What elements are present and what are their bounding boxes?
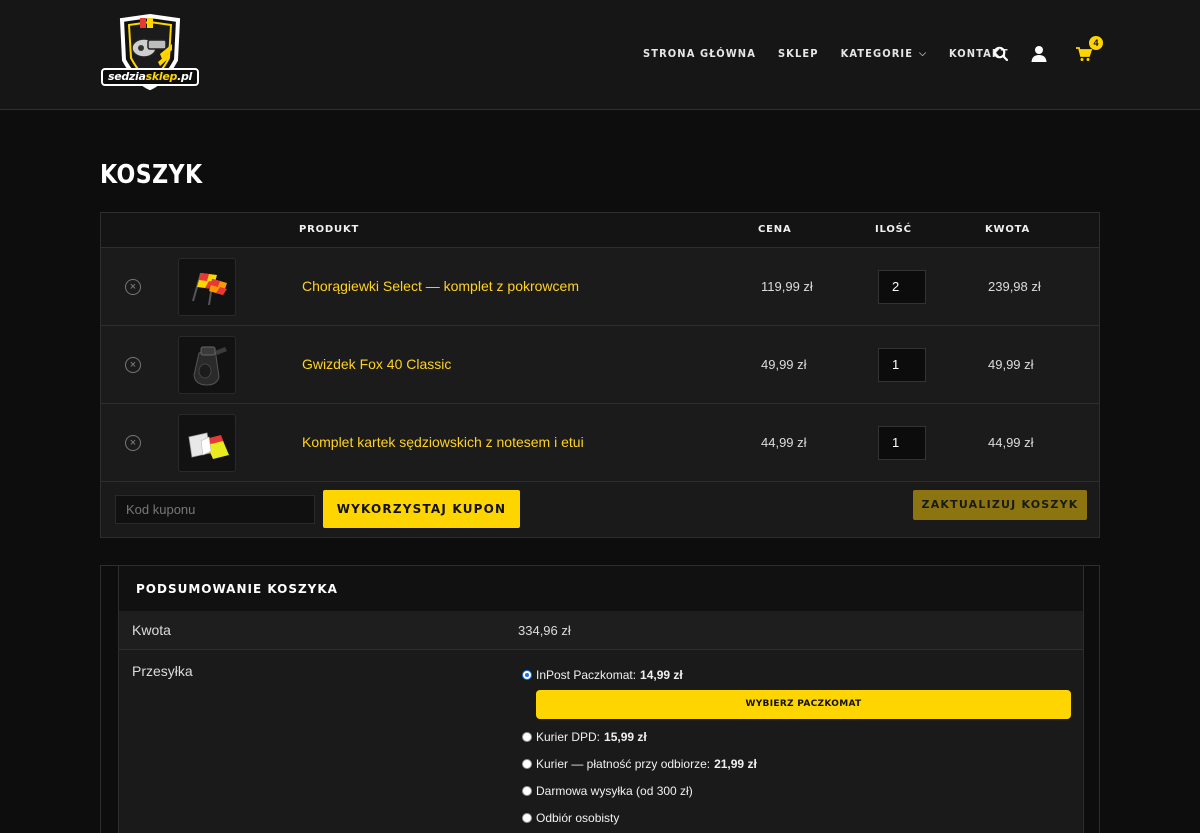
choose-paczkomat-button[interactable]: WYBIERZ PACZKOMAT bbox=[536, 690, 1071, 719]
logo-text-part: sklep bbox=[145, 70, 178, 83]
cart-totals-header: PODSUMOWANIE KOSZYKA bbox=[119, 566, 1083, 611]
shipping-option-price: 15,99 zł bbox=[604, 730, 647, 744]
product-price: 49,99 zł bbox=[761, 357, 807, 372]
cart-totals-panel: PODSUMOWANIE KOSZYKA Kwota 334,96 zł Prz… bbox=[118, 566, 1084, 833]
product-price: 119,99 zł bbox=[761, 279, 813, 294]
product-name-link[interactable]: Gwizdek Fox 40 Classic bbox=[302, 356, 451, 372]
subtotal-value: 334,96 zł bbox=[518, 623, 571, 638]
shipping-option-inpost[interactable]: InPost Paczkomat: 14,99 zł bbox=[522, 668, 683, 682]
radio-button[interactable] bbox=[522, 759, 532, 769]
cart-row: × Komplet kartek sędziowskich z notesem … bbox=[101, 404, 1099, 482]
logo-wordmark[interactable]: sedziasklep.pl bbox=[101, 68, 199, 86]
remove-item-icon[interactable]: × bbox=[125, 357, 141, 373]
cart-table: PRODUKT CENA ILOŚĆ KWOTA × Chorągiewki S… bbox=[100, 212, 1100, 538]
radio-button[interactable] bbox=[522, 732, 532, 742]
user-account-icon[interactable] bbox=[1030, 45, 1048, 63]
shipping-option-pickup[interactable]: Odbiór osobisty bbox=[522, 811, 619, 825]
whistle-icon bbox=[193, 346, 227, 386]
shipping-option-label: Odbiór osobisty bbox=[536, 811, 620, 825]
nav-item-home[interactable]: STRONA GŁÓWNA bbox=[643, 47, 756, 60]
quantity-input[interactable]: 1 bbox=[878, 348, 926, 382]
shipping-option-dpd[interactable]: Kurier DPD: 15,99 zł bbox=[522, 730, 647, 744]
coupon-code-input[interactable]: Kod kuponu bbox=[115, 495, 315, 524]
shipping-label: Przesyłka bbox=[132, 663, 193, 679]
subtotal-label: Kwota bbox=[132, 622, 171, 638]
cards-icon bbox=[188, 432, 229, 459]
nav-item-categories[interactable]: KATEGORIE ⌵ bbox=[841, 47, 927, 60]
column-header-total: KWOTA bbox=[985, 224, 1031, 235]
column-header-product: PRODUKT bbox=[299, 224, 360, 235]
product-name-link[interactable]: Komplet kartek sędziowskich z notesem i … bbox=[302, 434, 584, 450]
radio-button[interactable] bbox=[522, 813, 532, 823]
flags-icon bbox=[192, 272, 227, 306]
radio-button[interactable] bbox=[522, 786, 532, 796]
page-title: KOSZYK bbox=[100, 160, 203, 190]
cart-row: × Gwizdek Fox 40 Classic 49,99 zł 1 49,9… bbox=[101, 326, 1099, 404]
column-header-qty: ILOŚĆ bbox=[875, 224, 912, 235]
product-thumbnail[interactable] bbox=[178, 258, 236, 316]
nav-label: STRONA GŁÓWNA bbox=[643, 47, 756, 60]
product-thumbnail[interactable] bbox=[178, 336, 236, 394]
product-subtotal: 239,98 zł bbox=[988, 279, 1041, 294]
apply-coupon-button[interactable]: WYKORZYSTAJ KUPON bbox=[323, 490, 520, 528]
subtotal-row: Kwota 334,96 zł bbox=[119, 611, 1083, 650]
product-thumbnail[interactable] bbox=[178, 414, 236, 472]
cart-row: × Chorągiewki Select — komplet z pokrowc… bbox=[101, 248, 1099, 326]
shipping-option-label: Kurier DPD: bbox=[536, 730, 601, 744]
quantity-input[interactable]: 1 bbox=[878, 426, 926, 460]
cart-table-header: PRODUKT CENA ILOŚĆ KWOTA bbox=[101, 213, 1099, 248]
shipping-option-free[interactable]: Darmowa wysyłka (od 300 zł) bbox=[522, 784, 693, 798]
cart-totals-section: PODSUMOWANIE KOSZYKA Kwota 334,96 zł Prz… bbox=[100, 565, 1100, 833]
shipping-option-label: InPost Paczkomat: bbox=[536, 668, 637, 682]
cart-totals-title: PODSUMOWANIE KOSZYKA bbox=[136, 582, 338, 596]
update-cart-button[interactable]: ZAKTUALIZUJ KOSZYK bbox=[913, 490, 1087, 520]
search-icon[interactable] bbox=[992, 45, 1010, 63]
shipping-option-price: 14,99 zł bbox=[640, 668, 683, 682]
product-price: 44,99 zł bbox=[761, 435, 807, 450]
chevron-down-icon: ⌵ bbox=[919, 48, 927, 59]
column-header-price: CENA bbox=[758, 224, 792, 235]
radio-button-selected[interactable] bbox=[522, 670, 532, 680]
logo-text-part: .pl bbox=[177, 70, 193, 83]
nav-item-shop[interactable]: SKLEP bbox=[778, 47, 819, 60]
shipping-option-label: Darmowa wysyłka (od 300 zł) bbox=[536, 784, 693, 798]
logo-text-part: sedzia bbox=[107, 70, 146, 83]
remove-item-icon[interactable]: × bbox=[125, 279, 141, 295]
product-name-link[interactable]: Chorągiewki Select — komplet z pokrowcem bbox=[302, 278, 579, 294]
quantity-input[interactable]: 2 bbox=[878, 270, 926, 304]
cart-count-badge: 4 bbox=[1089, 36, 1103, 50]
product-subtotal: 49,99 zł bbox=[988, 357, 1034, 372]
shipping-option-label: Kurier — płatność przy odbiorze: bbox=[536, 757, 711, 771]
shipping-option-cod[interactable]: Kurier — płatność przy odbiorze: 21,99 zł bbox=[522, 757, 757, 771]
nav-label: SKLEP bbox=[777, 47, 819, 60]
nav-label: KATEGORIE bbox=[840, 47, 914, 60]
site-header: sedziasklep.pl STRONA GŁÓWNA SKLEP KATEG… bbox=[0, 0, 1200, 110]
main-nav: STRONA GŁÓWNA SKLEP KATEGORIE ⌵ KONTAKT bbox=[643, 47, 1031, 60]
remove-item-icon[interactable]: × bbox=[125, 435, 141, 451]
shipping-option-price: 21,99 zł bbox=[714, 757, 757, 771]
product-subtotal: 44,99 zł bbox=[988, 435, 1034, 450]
